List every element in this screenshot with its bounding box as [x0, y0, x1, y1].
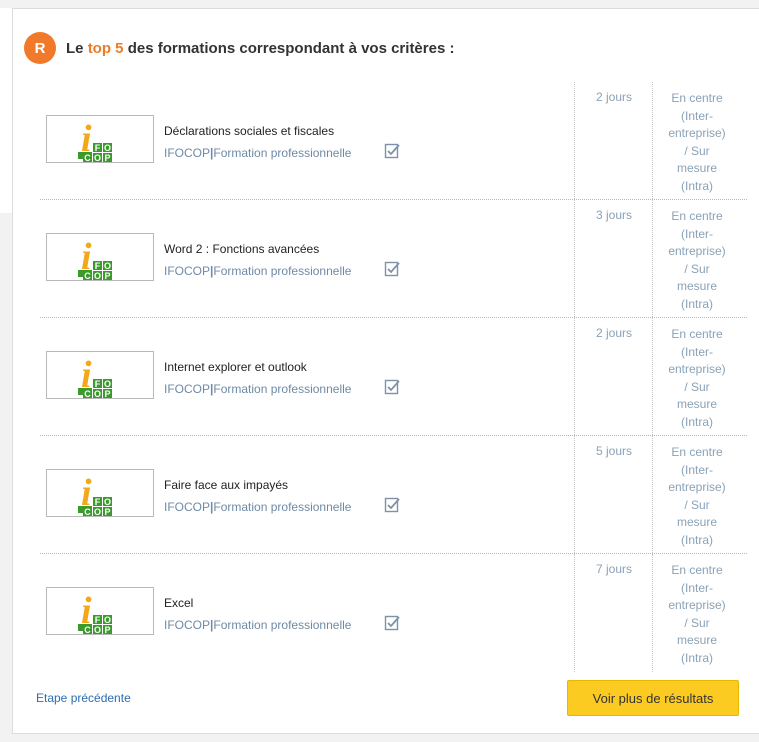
ifocop-logo-graphic: i F OC O P: [78, 236, 112, 280]
result-duration: 7 jours: [595, 562, 633, 576]
logo-cell-letter: F: [95, 379, 101, 389]
logo-cell-letter: F: [95, 143, 101, 153]
logo-cell-letter: O: [94, 625, 101, 634]
result-mode: En centre (Inter-entreprise) / Sur mesure (I…: [668, 563, 726, 665]
checklist-edit-icon[interactable]: [384, 496, 402, 514]
column-divider: [574, 554, 575, 672]
result-row: iFOCOP Excel IFOCOP|Formation profession…: [40, 554, 747, 672]
result-info: Internet explorer et outlook IFOCOP|Form…: [164, 360, 351, 398]
column-divider: [652, 82, 653, 199]
result-org: IFOCOP|Formation professionnelle: [164, 382, 352, 396]
checklist-edit-icon-graphic: [384, 497, 400, 513]
result-info: Excel IFOCOP|Formation professionnelle: [164, 596, 351, 634]
result-row: iFOCOP Déclarations sociales et fiscales…: [40, 82, 747, 200]
logo-cell-letter: F: [95, 615, 101, 625]
checklist-edit-icon-graphic: [384, 379, 400, 395]
result-title-link[interactable]: Word 2 : Fonctions avancées: [164, 242, 351, 256]
logo-cell-letter: C: [84, 389, 91, 398]
logo-cell-letter: P: [104, 271, 110, 280]
column-divider: [574, 82, 575, 199]
ifocop-logo-graphic: i F OC O P: [78, 118, 112, 162]
column-divider: [574, 436, 575, 553]
checklist-edit-icon-graphic: [384, 143, 400, 159]
logo-cell-letter: F: [95, 497, 101, 507]
result-duration: 2 jours: [595, 90, 633, 104]
column-divider: [652, 436, 653, 553]
logo-cell-letter: O: [104, 379, 111, 389]
logo-cell-letter: C: [84, 507, 91, 516]
logo-cell-letter: O: [104, 615, 111, 625]
left-strip: [0, 8, 12, 213]
logo-cell-letter: P: [104, 153, 110, 162]
column-divider: [652, 200, 653, 317]
checklist-edit-icon[interactable]: [384, 142, 402, 160]
logo-cell-letter: O: [94, 153, 101, 162]
results-header: R Le top 5 des formations correspondant …: [24, 32, 454, 64]
step-badge: R: [24, 32, 56, 64]
logo-cell-letter: P: [104, 507, 110, 516]
ifocop-logo-graphic: i F OC O P: [78, 354, 112, 398]
column-divider: [574, 200, 575, 317]
result-title-link[interactable]: Internet explorer et outlook: [164, 360, 351, 374]
ifocop-logo[interactable]: iFOCOP: [46, 351, 154, 399]
checklist-edit-icon[interactable]: [384, 378, 402, 396]
result-mode: En centre (Inter-entreprise) / Sur mesure (I…: [668, 209, 726, 311]
title-accent: top 5: [87, 39, 124, 57]
checklist-edit-icon[interactable]: [384, 614, 402, 632]
logo-cell-letter: F: [95, 261, 101, 271]
result-org: IFOCOP|Formation professionnelle: [164, 264, 352, 278]
result-info: Word 2 : Fonctions avancées IFOCOP|Forma…: [164, 242, 351, 280]
column-divider: [652, 554, 653, 672]
result-org: IFOCOP|Formation professionnelle: [164, 618, 352, 632]
logo-cell-letter: C: [84, 625, 91, 634]
logo-cell-letter: O: [104, 261, 111, 271]
result-info: Déclarations sociales et fiscales IFOCOP…: [164, 124, 351, 162]
logo-cell-letter: P: [104, 625, 110, 634]
result-org: IFOCOP|Formation professionnelle: [164, 146, 352, 160]
logo-cell-letter: P: [104, 389, 110, 398]
results-list: iFOCOP Déclarations sociales et fiscales…: [40, 82, 747, 672]
result-row: iFOCOP Word 2 : Fonctions avancées IFOCO…: [40, 200, 747, 318]
logo-cell-letter: C: [84, 271, 91, 280]
ifocop-logo-graphic: i F OC O P: [78, 472, 112, 516]
result-mode: En centre (Inter-entreprise) / Sur mesure (I…: [668, 327, 726, 429]
result-row: iFOCOP Internet explorer et outlook IFOC…: [40, 318, 747, 436]
ifocop-logo[interactable]: iFOCOP: [46, 233, 154, 281]
result-title-link[interactable]: Déclarations sociales et fiscales: [164, 124, 351, 138]
result-duration: 5 jours: [595, 444, 633, 458]
result-info: Faire face aux impayés IFOCOP|Formation …: [164, 478, 351, 516]
column-divider: [652, 318, 653, 435]
result-mode: En centre (Inter-entreprise) / Sur mesure (I…: [668, 91, 726, 193]
result-duration: 3 jours: [595, 208, 633, 222]
checklist-edit-icon-graphic: [384, 615, 400, 631]
ifocop-logo[interactable]: iFOCOP: [46, 115, 154, 163]
results-title: Le top 5 des formations correspondant à …: [66, 39, 455, 57]
logo-cell-letter: O: [104, 143, 111, 153]
logo-cell-letter: C: [84, 153, 91, 162]
ifocop-logo[interactable]: iFOCOP: [46, 469, 154, 517]
result-mode: En centre (Inter-entreprise) / Sur mesure (I…: [668, 445, 726, 547]
logo-cell-letter: O: [94, 389, 101, 398]
result-org: IFOCOP|Formation professionnelle: [164, 500, 352, 514]
logo-cell-letter: O: [94, 271, 101, 280]
logo-cell-letter: O: [104, 497, 111, 507]
ifocop-logo-graphic: i F OC O P: [78, 590, 112, 634]
previous-step-link[interactable]: Etape précédente: [36, 691, 131, 705]
result-duration: 2 jours: [595, 326, 633, 340]
checklist-edit-icon-graphic: [384, 261, 400, 277]
column-divider: [574, 318, 575, 435]
result-row: iFOCOP Faire face aux impayés IFOCOP|For…: [40, 436, 747, 554]
result-title-link[interactable]: Excel: [164, 596, 351, 610]
result-title-link[interactable]: Faire face aux impayés: [164, 478, 351, 492]
ifocop-logo[interactable]: iFOCOP: [46, 587, 154, 635]
more-results-button[interactable]: Voir plus de résultats: [567, 680, 739, 716]
checklist-edit-icon[interactable]: [384, 260, 402, 278]
logo-cell-letter: O: [94, 507, 101, 516]
